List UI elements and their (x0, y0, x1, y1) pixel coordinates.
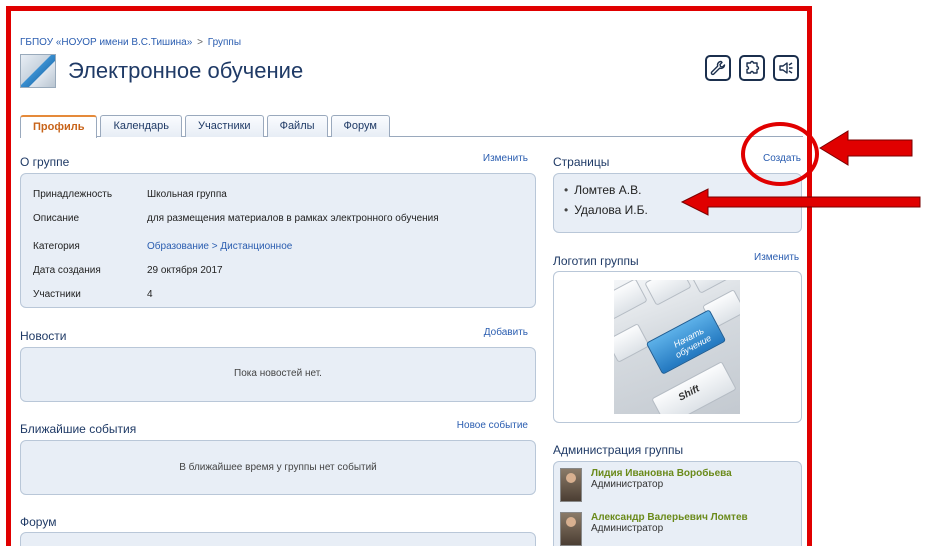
annotation-arrow-pages (680, 188, 921, 216)
about-row-description: Описание для размещения материалов в рам… (33, 206, 439, 230)
admins-panel: Лидия Ивановна Воробьева Администратор А… (553, 461, 802, 546)
events-empty-message: В ближайшее время у группы нет событий (179, 462, 377, 473)
puzzle-icon[interactable] (739, 55, 765, 81)
group-logo-edit-link[interactable]: Изменить (754, 252, 799, 263)
sound-icon[interactable] (773, 55, 799, 81)
page-title: Электронное обучение (68, 58, 304, 83)
group-logo-title: Логотип группы (553, 254, 639, 268)
new-event-link[interactable]: Новое событие (457, 420, 528, 431)
tab-forum[interactable]: Форум (330, 115, 390, 137)
about-label: Описание (33, 212, 80, 224)
about-value: 4 (147, 288, 153, 300)
title-row: Электронное обучение (20, 53, 303, 89)
wrench-icon[interactable] (705, 55, 731, 81)
admin-name-link[interactable]: Александр Валерьевич Ломтев (591, 512, 748, 523)
about-value: 29 октября 2017 (147, 264, 223, 276)
keyboard-key (614, 280, 648, 320)
events-panel: В ближайшее время у группы нет событий (20, 440, 536, 495)
about-value: для размещения материалов в рамках элект… (147, 212, 439, 224)
about-value: Школьная группа (147, 188, 227, 200)
annotation-circle (741, 122, 819, 186)
news-title: Новости (20, 329, 67, 343)
news-panel: Пока новостей нет. (20, 347, 536, 402)
about-label: Принадлежность (33, 188, 113, 200)
page-item[interactable]: Удалова И.Б. (564, 200, 648, 220)
about-edit-link[interactable]: Изменить (483, 153, 528, 164)
about-row-members: Участники 4 (33, 282, 439, 306)
page-frame: ГБПОУ «НОУОР имени В.С.Тишина» > Группы … (6, 6, 812, 546)
breadcrumb-org-link[interactable]: ГБПОУ «НОУОР имени В.С.Тишина» (20, 37, 192, 48)
tab-profile[interactable]: Профиль (20, 115, 98, 138)
annotation-arrow-create (819, 130, 913, 166)
breadcrumb-separator: > (197, 37, 203, 48)
admin-role: Администратор (591, 523, 664, 534)
breadcrumb: ГБПОУ «НОУОР имени В.С.Тишина» > Группы (20, 37, 241, 48)
admins-title: Администрация группы (553, 443, 684, 457)
keyboard-key (614, 323, 650, 363)
about-label: Участники (33, 288, 81, 300)
pages-list: Ломтев А.В. Удалова И.Б. (564, 180, 648, 220)
about-label: Категория (33, 240, 80, 252)
admin-item: Лидия Ивановна Воробьева Администратор (560, 468, 732, 502)
about-title: О группе (20, 155, 70, 169)
admin-name-link[interactable]: Лидия Ивановна Воробьева (591, 468, 732, 479)
about-row-created: Дата создания 29 октября 2017 (33, 258, 439, 282)
group-logo-frame: Начать обучение Shift (553, 271, 802, 423)
about-label: Дата создания (33, 264, 101, 276)
category-link[interactable]: Образование > Дистанционное (147, 241, 292, 252)
forum-panel (20, 532, 536, 546)
tab-files[interactable]: Файлы (266, 115, 328, 137)
avatar[interactable] (560, 468, 582, 502)
breadcrumb-groups-link[interactable]: Группы (208, 37, 241, 48)
admin-item: Александр Валерьевич Ломтев Администрато… (560, 512, 748, 546)
tab-calendar[interactable]: Календарь (100, 115, 183, 137)
group-logo-image: Начать обучение Shift (614, 280, 740, 414)
about-panel: Принадлежность Школьная группа Описание … (20, 173, 536, 308)
tab-members[interactable]: Участники (185, 115, 264, 137)
about-row-category: Категория Образование > Дистанционное (33, 234, 439, 258)
admin-role: Администратор (591, 479, 664, 490)
about-row-affiliation: Принадлежность Школьная группа (33, 182, 439, 206)
news-empty-message: Пока новостей нет. (234, 368, 322, 379)
page-link[interactable]: Удалова И.Б. (574, 203, 648, 217)
page-item[interactable]: Ломтев А.В. (564, 180, 648, 200)
keyboard-key (644, 280, 692, 306)
events-title: Ближайшие события (20, 422, 137, 436)
group-thumbnail (20, 54, 56, 88)
avatar[interactable] (560, 512, 582, 546)
forum-title: Форум (20, 515, 57, 529)
page-link[interactable]: Ломтев А.В. (574, 183, 641, 197)
tab-bar: Профиль Календарь Участники Файлы Форум (20, 113, 803, 138)
about-table: Принадлежность Школьная группа Описание … (33, 182, 439, 306)
pages-title: Страницы (553, 155, 610, 169)
news-add-link[interactable]: Добавить (484, 327, 528, 338)
toolbar (705, 55, 799, 81)
